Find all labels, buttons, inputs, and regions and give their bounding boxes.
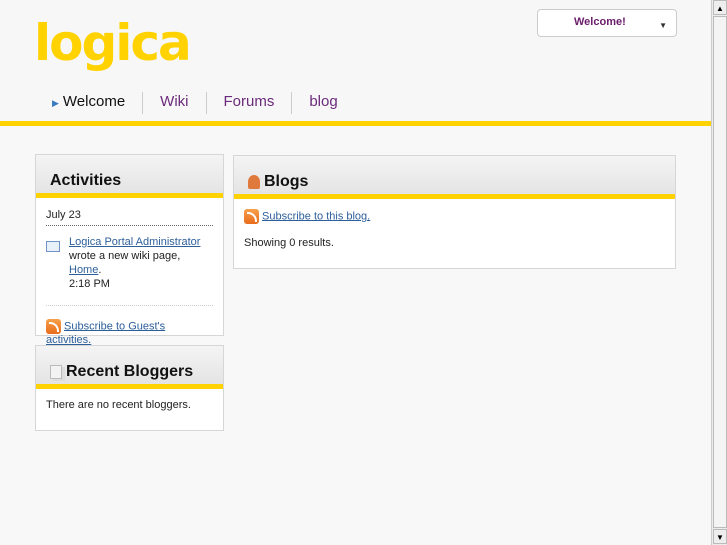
vertical-scrollbar[interactable]: ▲ ▼ (711, 0, 727, 545)
blogger-icon (248, 174, 260, 189)
header: logica Welcome! ▼ ▶ Welcome Wiki Forums bl… (0, 0, 711, 121)
nav-item-welcome[interactable]: ▶ Welcome (52, 92, 142, 114)
activity-time: 2:18 PM (69, 278, 110, 290)
nav-label: Welcome (62, 93, 126, 110)
subscribe-activities-link[interactable]: Subscribe to Guest's activities. (46, 320, 165, 346)
rss-icon (46, 319, 61, 334)
portlet-title: Blogs (264, 172, 309, 190)
activity-date: July 23 (46, 208, 213, 226)
header-divider (0, 121, 711, 126)
activities-portlet: Activities July 23 Logica Portal Adminis… (35, 154, 224, 346)
portlet-title: Recent Bloggers (66, 362, 194, 380)
rss-icon (244, 209, 259, 224)
empty-message: There are no recent bloggers. (46, 399, 191, 411)
portlet-title: Activities (36, 155, 223, 198)
chevron-down-icon: ▼ (659, 21, 667, 30)
scroll-down-button[interactable]: ▼ (713, 529, 727, 544)
nav-item-blog[interactable]: blog (291, 92, 354, 114)
activity-page-link[interactable]: Home (69, 264, 98, 276)
wiki-page-icon (46, 241, 60, 252)
user-menu-dropdown[interactable]: Welcome! ▼ (537, 9, 677, 37)
pages-icon (50, 364, 62, 379)
scrollbar-thumb[interactable] (713, 16, 727, 528)
blogs-portlet: Blogs Subscribe to this blog. Showing 0 … (233, 155, 676, 269)
scroll-up-button[interactable]: ▲ (713, 0, 727, 15)
nav-item-forums[interactable]: Forums (205, 92, 292, 114)
results-count: Showing 0 results. (244, 237, 334, 249)
user-menu-label: Welcome! (574, 16, 626, 28)
nav-item-wiki[interactable]: Wiki (142, 92, 205, 114)
recent-bloggers-portlet: Recent Bloggers There are no recent blog… (35, 345, 224, 431)
logica-logo[interactable]: logica (34, 14, 192, 72)
main-nav: ▶ Welcome Wiki Forums blog (52, 92, 355, 114)
subscribe-blog-link[interactable]: Subscribe to this blog. (262, 210, 370, 222)
activity-user-link[interactable]: Logica Portal Administrator (69, 236, 200, 248)
activity-text: wrote a new wiki page, (69, 250, 181, 262)
active-arrow-icon: ▶ (52, 98, 59, 108)
